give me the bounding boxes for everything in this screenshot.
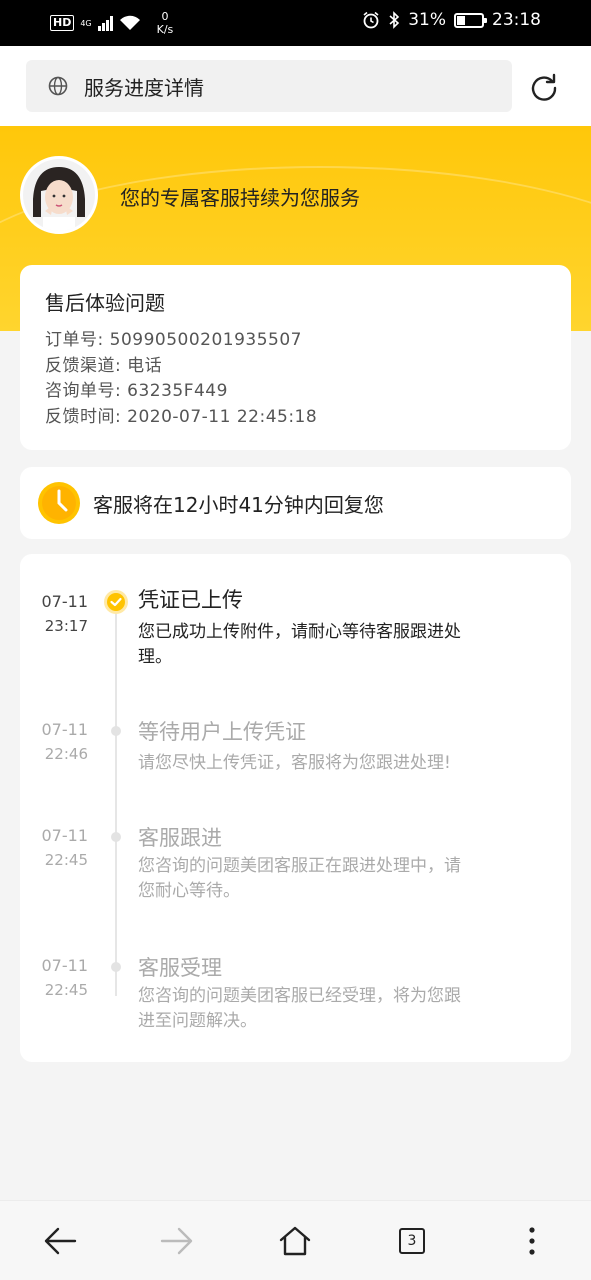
timeline-title: 等待用户上传凭证 bbox=[138, 720, 306, 744]
forward-arrow-icon bbox=[160, 1227, 193, 1255]
timeline-dot bbox=[111, 962, 121, 972]
reply-eta-text: 客服将在12小时41分钟内回复您 bbox=[93, 492, 384, 517]
timeline-time: 22:45 bbox=[44, 851, 88, 869]
issue-title: 售后体验问题 bbox=[45, 291, 165, 315]
status-left: HD 4G 0 K/s bbox=[50, 10, 173, 36]
reply-eta-card: 客服将在12小时41分钟内回复您 bbox=[20, 467, 571, 539]
wifi-icon bbox=[119, 15, 140, 30]
feedback-time: 反馈时间: 2020-07-11 22:45:18 bbox=[45, 406, 318, 427]
net-speed-value: 0 bbox=[161, 10, 169, 23]
network-type: 4G bbox=[80, 18, 92, 28]
back-button[interactable] bbox=[40, 1221, 80, 1261]
timeline-desc: 您已成功上传附件，请耐心等待客服跟进处 理。 bbox=[138, 620, 538, 670]
timeline-date: 07-11 22:46 bbox=[38, 718, 89, 766]
timeline-line bbox=[115, 604, 117, 996]
browser-bottom-nav: 3 bbox=[0, 1200, 591, 1280]
clock-time: 23:18 bbox=[492, 10, 541, 30]
more-icon bbox=[529, 1227, 535, 1255]
timeline-desc-line: 请您尽快上传凭证，客服将为您跟进处理! bbox=[138, 753, 451, 773]
status-right: 31% 23:18 bbox=[362, 10, 541, 30]
timeline-time: 23:17 bbox=[44, 617, 88, 635]
globe-icon bbox=[48, 76, 68, 96]
timeline-title: 客服受理 bbox=[138, 956, 222, 980]
refresh-icon[interactable] bbox=[527, 70, 561, 104]
tabs-button[interactable]: 3 bbox=[392, 1221, 432, 1261]
address-bar: 服务进度详情 bbox=[0, 46, 591, 126]
battery-percent: 31% bbox=[408, 10, 446, 30]
timeline-day: 07-11 bbox=[41, 720, 89, 739]
timeline-date: 07-11 22:45 bbox=[38, 824, 89, 872]
back-arrow-icon bbox=[44, 1227, 77, 1255]
timeline-dot bbox=[111, 832, 121, 842]
home-button[interactable] bbox=[275, 1221, 315, 1261]
home-icon bbox=[279, 1226, 311, 1256]
timeline-date: 07-11 23:17 bbox=[38, 590, 89, 638]
timeline-dot bbox=[111, 726, 121, 736]
net-speed-unit: K/s bbox=[156, 23, 174, 36]
forward-button[interactable] bbox=[157, 1221, 197, 1261]
timeline-desc: 您咨询的问题美团客服已经受理，将为您跟 进至问题解决。 bbox=[138, 984, 538, 1034]
avatar bbox=[20, 156, 98, 234]
timeline-day: 07-11 bbox=[41, 956, 89, 975]
issue-info-card: 售后体验问题 订单号: 50990500201935507 反馈渠道: 电话 咨… bbox=[20, 265, 571, 450]
timeline-title: 凭证已上传 bbox=[138, 588, 243, 612]
tabs-icon: 3 bbox=[399, 1228, 425, 1254]
url-field[interactable]: 服务进度详情 bbox=[26, 60, 512, 112]
timeline-time: 22:45 bbox=[44, 981, 88, 999]
progress-timeline: 07-11 23:17 凭证已上传 您已成功上传附件，请耐心等待客服跟进处 理。… bbox=[20, 554, 571, 1062]
banner-text: 您的专属客服持续为您服务 bbox=[120, 186, 360, 210]
status-bar: HD 4G 0 K/s 31% 23:18 bbox=[0, 0, 591, 46]
inquiry-number: 咨询单号: 63235F449 bbox=[45, 381, 228, 401]
avatar-image bbox=[23, 159, 95, 231]
timeline-desc-line: 您耐心等待。 bbox=[138, 881, 240, 901]
clock-icon bbox=[38, 482, 80, 524]
more-button[interactable] bbox=[512, 1221, 552, 1261]
page-title: 服务进度详情 bbox=[84, 75, 204, 100]
timeline-desc-line: 您咨询的问题美团客服正在跟进处理中，请 bbox=[138, 856, 461, 876]
timeline-day: 07-11 bbox=[41, 826, 89, 845]
bluetooth-icon bbox=[389, 11, 400, 29]
timeline-desc: 您咨询的问题美团客服正在跟进处理中，请 您耐心等待。 bbox=[138, 854, 538, 904]
check-icon bbox=[104, 590, 128, 614]
order-number: 订单号: 50990500201935507 bbox=[45, 330, 303, 350]
battery-icon bbox=[454, 12, 487, 28]
timeline-title: 客服跟进 bbox=[138, 826, 222, 850]
timeline-desc-line: 您已成功上传附件，请耐心等待客服跟进处 bbox=[138, 622, 461, 642]
timeline-date: 07-11 22:45 bbox=[38, 954, 89, 1002]
hd-badge: HD bbox=[50, 15, 75, 31]
timeline-desc-line: 进至问题解决。 bbox=[138, 1011, 257, 1031]
net-speed: 0 K/s bbox=[157, 10, 174, 36]
timeline-time: 22:46 bbox=[44, 745, 88, 763]
timeline-desc-line: 理。 bbox=[138, 647, 172, 667]
timeline-day: 07-11 bbox=[41, 592, 89, 611]
feedback-channel: 反馈渠道: 电话 bbox=[45, 355, 163, 376]
timeline-desc: 请您尽快上传凭证，客服将为您跟进处理! bbox=[138, 751, 538, 776]
timeline-desc-line: 您咨询的问题美团客服已经受理，将为您跟 bbox=[138, 986, 461, 1006]
signal-icon bbox=[97, 15, 113, 31]
alarm-icon bbox=[363, 11, 379, 29]
